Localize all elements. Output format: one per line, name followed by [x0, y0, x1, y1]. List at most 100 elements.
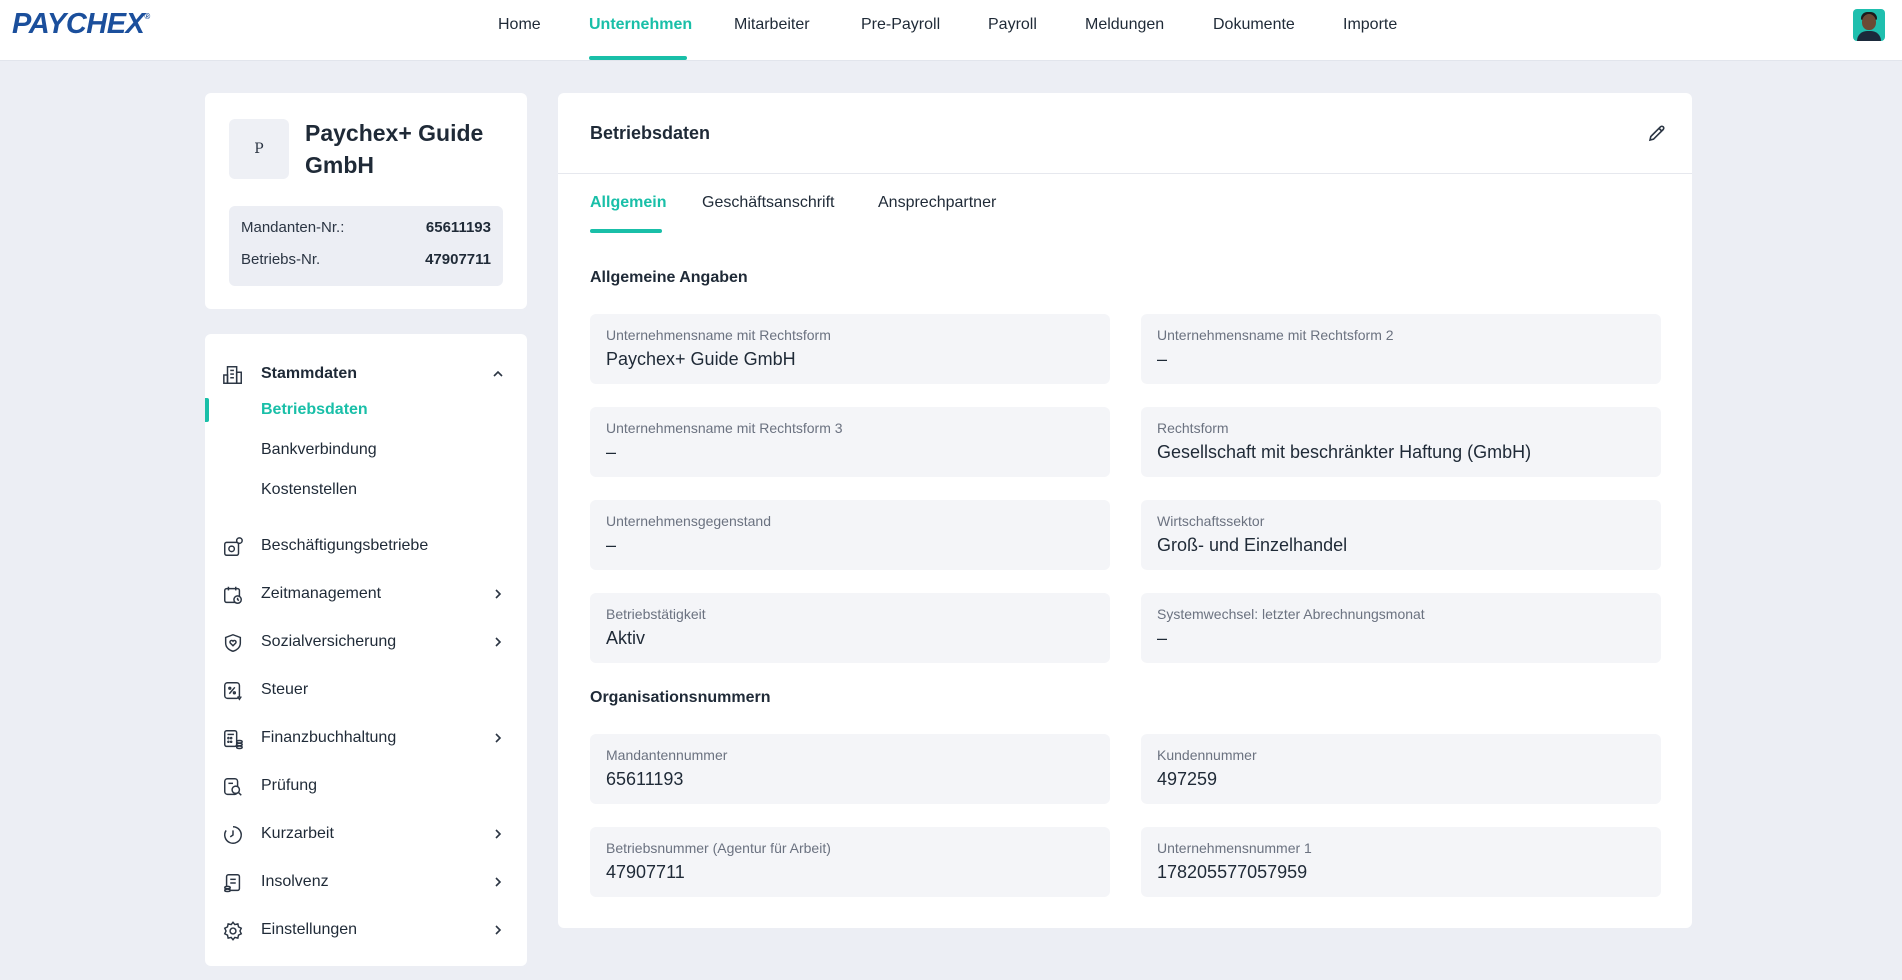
- field-value: 65611193: [606, 769, 684, 789]
- chevron-right-icon[interactable]: [491, 731, 505, 745]
- sidebar-subitem-label: Bankverbindung: [261, 441, 377, 458]
- sidebar-item-beschaeftigungsbetriebe[interactable]: Beschäftigungsbetriebe: [205, 530, 527, 562]
- company-id-box: Mandanten-Nr.: 65611193 Betriebs-Nr. 479…: [229, 206, 503, 286]
- user-avatar[interactable]: [1853, 9, 1885, 41]
- tab-ansprechpartner[interactable]: Ansprechpartner: [878, 194, 996, 212]
- sidebar-item-einstellungen[interactable]: Einstellungen: [205, 914, 527, 946]
- field-label: Wirtschaftssektor: [1157, 513, 1265, 529]
- tab-allgemein[interactable]: Allgemein: [590, 194, 666, 212]
- field-betriebstaetigkeit: Betriebstätigkeit Aktiv: [590, 593, 1110, 663]
- chevron-up-icon[interactable]: [491, 367, 505, 381]
- field-value: Paychex+ Guide GmbH: [606, 349, 796, 369]
- sidebar-item-label: Einstellungen: [261, 921, 358, 938]
- field-unternehmensgegenstand: Unternehmensgegenstand –: [590, 500, 1110, 570]
- gear-icon: [223, 921, 243, 941]
- nav-mitarbeiter[interactable]: Mitarbeiter: [734, 16, 810, 34]
- field-value: 178205577057959: [1157, 862, 1308, 882]
- sidebar-item-stammdaten[interactable]: Stammdaten: [205, 358, 527, 390]
- nav-active-indicator: [589, 56, 687, 60]
- field-value: –: [606, 535, 617, 555]
- nav-dokumente[interactable]: Dokumente: [1213, 16, 1295, 34]
- active-indicator: [205, 398, 209, 422]
- company-name: Paychex+ Guide GmbH: [305, 120, 484, 178]
- betriebs-nr-label: Betriebs-Nr.: [241, 251, 321, 268]
- field-mandantennummer: Mandantennummer 65611193: [590, 734, 1110, 804]
- field-label: Unternehmensgegenstand: [606, 513, 772, 529]
- chevron-right-icon[interactable]: [491, 827, 505, 841]
- sidebar-subitem-kostenstellen[interactable]: Kostenstellen: [205, 475, 527, 505]
- field-label: Systemwechsel: letzter Abrechnungsmonat: [1157, 606, 1425, 622]
- sidebar-item-label: Beschäftigungsbetriebe: [261, 537, 429, 554]
- tax-percent-icon: [224, 682, 242, 701]
- betriebsdaten-card: Betriebsdaten Allgemein Geschäftsanschri…: [558, 93, 1692, 928]
- sidebar-menu: Stammdaten Betriebsdaten Bankverbindung …: [205, 334, 527, 966]
- clock-icon: [224, 826, 242, 844]
- nav-unternehmen[interactable]: Unternehmen: [589, 16, 692, 34]
- company-card: P Paychex+ Guide GmbH Mandanten-Nr.: 656…: [205, 93, 527, 309]
- field-value: 47907711: [606, 862, 685, 882]
- chevron-right-icon[interactable]: [491, 875, 505, 889]
- sidebar-item-pruefung[interactable]: Prüfung: [205, 770, 527, 802]
- field-systemwechsel: Systemwechsel: letzter Abrechnungsmonat …: [1141, 593, 1661, 663]
- nav-importe[interactable]: Importe: [1343, 16, 1397, 34]
- field-value: –: [1157, 349, 1168, 369]
- sidebar-item-sozialversicherung[interactable]: Sozialversicherung: [205, 626, 527, 658]
- sidebar-item-label: Steuer: [261, 681, 309, 698]
- sidebar-item-label: Kurzarbeit: [261, 825, 334, 842]
- sidebar-item-label: Prüfung: [261, 777, 318, 794]
- sidebar-item-zeitmanagement[interactable]: Zeitmanagement: [205, 578, 527, 610]
- nav-home[interactable]: Home: [498, 16, 541, 34]
- sidebar-subitem-betriebsdaten[interactable]: Betriebsdaten: [205, 395, 527, 425]
- sidebar-item-insolvenz[interactable]: Insolvenz: [205, 866, 527, 898]
- field-label: Kundennummer: [1157, 747, 1257, 763]
- field-value: 497259: [1157, 769, 1218, 789]
- field-kundennummer: Kundennummer 497259: [1141, 734, 1661, 804]
- sidebar-item-kurzarbeit[interactable]: Kurzarbeit: [205, 818, 527, 850]
- sidebar-subitem-label: Betriebsdaten: [261, 401, 368, 418]
- document-coins-icon: [224, 874, 241, 893]
- section-title-allgemeine-angaben: Allgemeine Angaben: [590, 269, 748, 286]
- field-label: Rechtsform: [1157, 420, 1229, 436]
- section-title-organisationsnummern: Organisationsnummern: [590, 689, 771, 706]
- field-value: Groß- und Einzelhandel: [1157, 535, 1348, 555]
- field-label: Mandantennummer: [606, 747, 728, 763]
- chevron-right-icon[interactable]: [491, 923, 505, 937]
- avatar-body: [1857, 31, 1881, 41]
- nav-meldungen[interactable]: Meldungen: [1085, 16, 1164, 34]
- sidebar-item-label: Zeitmanagement: [261, 585, 382, 602]
- tab-geschaeftsanschrift[interactable]: Geschäftsanschrift: [702, 194, 835, 212]
- field-wirtschaftssektor: Wirtschaftssektor Groß- und Einzelhandel: [1141, 500, 1661, 570]
- chevron-right-icon[interactable]: [491, 635, 505, 649]
- field-value: Aktiv: [606, 628, 646, 648]
- field-value: Gesellschaft mit beschränkter Haftung (G…: [1157, 442, 1532, 462]
- nav-payroll[interactable]: Payroll: [988, 16, 1037, 34]
- field-unternehmensnummer-1: Unternehmensnummer 1 178205577057959: [1141, 827, 1661, 897]
- field-label: Betriebstätigkeit: [606, 606, 706, 622]
- field-label: Betriebsnummer (Agentur für Arbeit): [606, 840, 831, 856]
- field-rechtsform: Rechtsform Gesellschaft mit beschränkter…: [1141, 407, 1661, 477]
- paychex-logo[interactable]: PAYCHEX®: [12, 8, 150, 41]
- field-unternehmensname-2: Unternehmensname mit Rechtsform 2 –: [1141, 314, 1661, 384]
- field-label: Unternehmensname mit Rechtsform 3: [606, 420, 843, 436]
- shield-heart-icon: [224, 633, 242, 653]
- sidebar-item-steuer[interactable]: Steuer: [205, 674, 527, 706]
- business-location-icon: [224, 537, 243, 556]
- company-logo-badge: P: [229, 119, 289, 179]
- field-label: Unternehmensname mit Rechtsform 2: [1157, 327, 1394, 343]
- sidebar-item-finanzbuchhaltung[interactable]: Finanzbuchhaltung: [205, 722, 527, 754]
- calculator-coins-icon: [224, 730, 243, 750]
- sidebar-item-label: Stammdaten: [261, 365, 358, 382]
- field-unternehmensname-3: Unternehmensname mit Rechtsform 3 –: [590, 407, 1110, 477]
- header-divider: [558, 173, 1692, 174]
- mandanten-nr-label: Mandanten-Nr.:: [241, 219, 345, 236]
- sidebar-subitem-bankverbindung[interactable]: Bankverbindung: [205, 435, 527, 465]
- top-navigation-bar: PAYCHEX® Home Unternehmen Mitarbeiter Pr…: [0, 0, 1902, 61]
- document-search-icon: [224, 778, 242, 796]
- pencil-icon[interactable]: [1647, 123, 1667, 143]
- avatar-head: [1862, 14, 1876, 30]
- tab-active-indicator: [590, 229, 662, 233]
- field-unternehmensname: Unternehmensname mit Rechtsform Paychex+…: [590, 314, 1110, 384]
- betriebs-nr-value: 47907711: [425, 251, 491, 268]
- nav-pre-payroll[interactable]: Pre-Payroll: [861, 16, 940, 34]
- chevron-right-icon[interactable]: [491, 587, 505, 601]
